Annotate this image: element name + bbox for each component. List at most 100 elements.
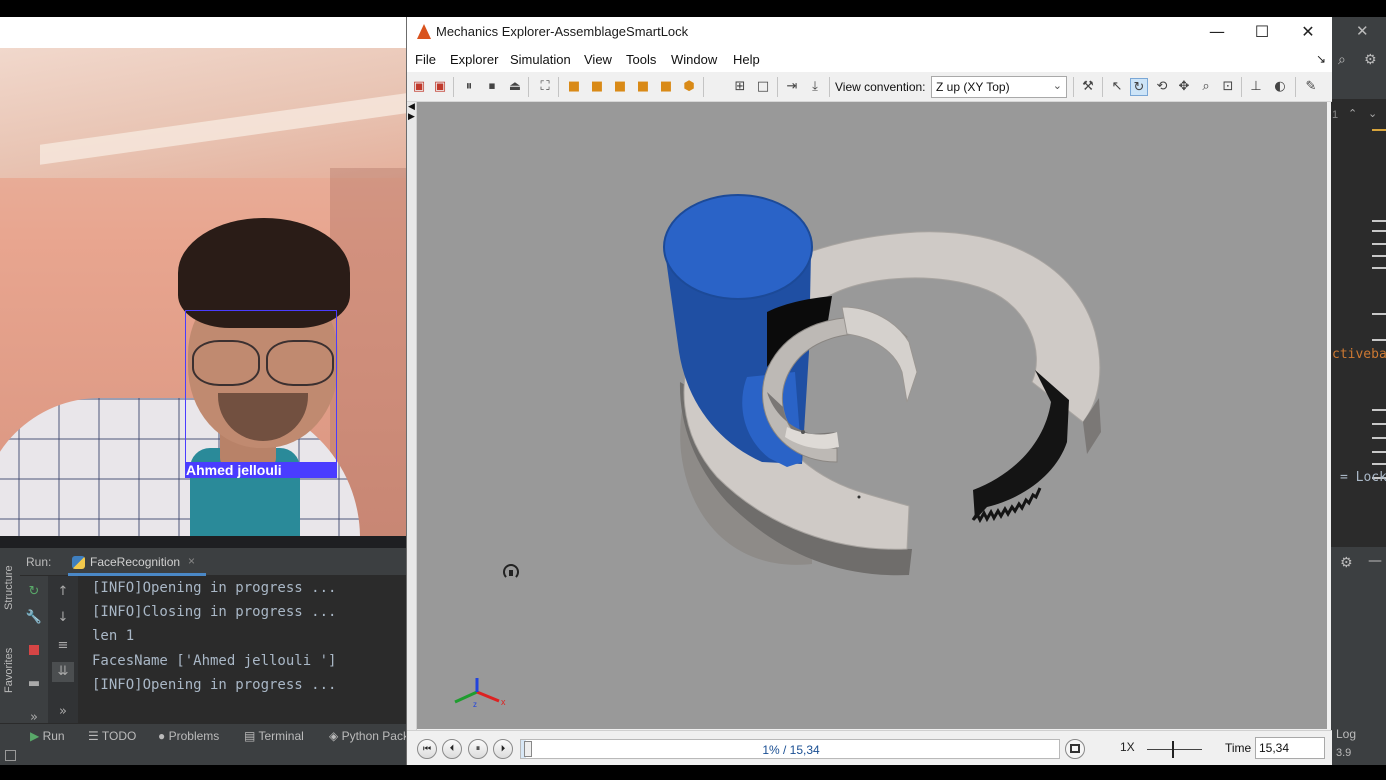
menu-explorer[interactable]: Explorer (450, 52, 498, 67)
close-icon[interactable]: ✕ (1356, 22, 1369, 40)
stripe-mark (1372, 437, 1386, 439)
front-view-icon[interactable]: ■ (565, 78, 583, 96)
zoom-box-icon[interactable]: ⊡ (1219, 78, 1237, 96)
pan-icon[interactable]: ✥ (1175, 78, 1193, 96)
rerun-icon[interactable]: ↻ (23, 582, 45, 602)
speed-slider-track[interactable] (1147, 749, 1202, 750)
frames-icon[interactable]: ⊥ (1247, 78, 1265, 96)
menu-help[interactable]: Help (733, 52, 760, 67)
3d-viewport[interactable]: x z (417, 102, 1327, 729)
stop-icon[interactable]: ⏹ (483, 78, 501, 96)
playback-progress-bar[interactable]: 1% / 15,34 (520, 739, 1060, 759)
terminal-icon: ▤ (244, 729, 256, 743)
time-field[interactable]: 15,34 (1255, 737, 1325, 759)
top-view-icon[interactable]: ■ (657, 78, 675, 96)
toolbar-separator (558, 77, 559, 97)
split-horizontal-icon[interactable]: ⇥ (783, 78, 801, 96)
left-view-icon[interactable]: ■ (611, 78, 629, 96)
minimize-icon[interactable]: — (1368, 553, 1382, 569)
play-icon: ▶ (30, 729, 40, 743)
soft-wrap-icon[interactable]: ≡ (52, 636, 74, 656)
zoom-icon[interactable]: ⌕ (1197, 78, 1215, 96)
scroll-to-end-icon[interactable]: ⇊ (52, 662, 74, 682)
roll-icon[interactable]: ⟲ (1153, 78, 1171, 96)
save-icon[interactable]: ▣ (431, 78, 449, 96)
menu-tools[interactable]: Tools (626, 52, 656, 67)
window-titlebar[interactable]: Mechanics Explorer-AssemblageSmartLock —… (407, 17, 1332, 47)
minimize-button[interactable]: — (1194, 17, 1240, 47)
menu-view[interactable]: View (584, 52, 612, 67)
step-back-button[interactable]: ⏴ (442, 739, 462, 759)
menu-simulation[interactable]: Simulation (510, 52, 571, 67)
console-line: [INFO]Closing in progress ... (92, 604, 337, 620)
stop-icon[interactable] (23, 640, 45, 660)
rotate-icon[interactable]: ↻ (1130, 78, 1148, 96)
structure-side-tab[interactable]: Structure (3, 565, 15, 610)
maximize-button[interactable]: ☐ (1239, 17, 1285, 47)
python-version[interactable]: 3.9 (1336, 747, 1351, 759)
code-fragment: = Lock (1340, 470, 1386, 485)
playback-bar: ⏮ ⏴ ⏸ ⏵ 1% / 15,34 1X Time 15,34 (407, 730, 1332, 765)
collapse-arrow-icon[interactable]: ◀ ▶ (408, 102, 415, 122)
gear-icon[interactable]: ⚙ (1340, 555, 1353, 571)
tab-problems-label: Problems (168, 729, 220, 743)
isometric-view-icon[interactable]: ⬢ (680, 78, 698, 96)
four-views-icon[interactable]: ⊞ (731, 78, 749, 96)
tree-collapse-strip[interactable]: ◀ ▶ (407, 102, 417, 747)
ide-right-toolbar: ✕ ⌕ ⚙ (1330, 17, 1386, 99)
menu-bar: File Explorer Simulation View Tools Wind… (407, 47, 1332, 72)
select-cursor-icon[interactable]: ↖ (1108, 78, 1126, 96)
x-axis-line (476, 690, 500, 703)
options-icon[interactable]: ✎ (1302, 78, 1320, 96)
right-view-icon[interactable]: ■ (634, 78, 652, 96)
more-icon[interactable]: » (52, 702, 74, 722)
tab-todo[interactable]: ☰ TODO (88, 729, 136, 743)
layout-toggle-icon[interactable] (5, 750, 16, 761)
chevron-down-icon[interactable]: ⌄ (1368, 107, 1377, 120)
close-button[interactable]: ✕ (1285, 17, 1331, 47)
pause-button[interactable]: ⏸ (468, 739, 488, 759)
tab-run[interactable]: ▶ Run (30, 729, 65, 743)
view-convention-value: Z up (XY Top) (936, 80, 1010, 94)
pin-hole (801, 430, 805, 434)
tab-problems[interactable]: ● Problems (158, 729, 219, 743)
open-icon[interactable]: ▣ (410, 78, 428, 96)
loop-button[interactable] (1065, 739, 1085, 759)
favorites-side-tab[interactable]: Favorites (3, 648, 15, 693)
info-icon: ● (158, 729, 166, 743)
toolbar-separator (1295, 77, 1296, 97)
event-log-label[interactable]: Log (1336, 727, 1356, 741)
wrench-icon[interactable]: 🔧 (23, 608, 45, 628)
toothed-rack (973, 370, 1069, 520)
explorer-icon[interactable]: ⚒ (1079, 78, 1097, 96)
fit-to-view-icon[interactable]: ⛶ (536, 78, 554, 96)
menu-window[interactable]: Window (671, 52, 717, 67)
step-icon[interactable]: ⏏ (506, 78, 524, 96)
chevron-up-icon[interactable]: ⌃ (1348, 107, 1357, 120)
menu-file[interactable]: File (415, 52, 436, 67)
layout-icon[interactable]: ▬ (23, 674, 45, 694)
pause-icon[interactable]: ⏸ (460, 78, 478, 96)
console-line: len 1 (92, 628, 135, 644)
tab-terminal[interactable]: ▤ Terminal (244, 729, 304, 743)
console-output[interactable]: [INFO]Opening in progress ... [INFO]Clos… (78, 576, 406, 746)
undock-icon[interactable]: ↘ (1316, 52, 1326, 66)
skip-to-start-button[interactable]: ⏮ (417, 739, 437, 759)
blue-cylinder-top (663, 194, 813, 300)
scroll-up-icon[interactable]: ↑ (52, 582, 74, 602)
split-vertical-icon[interactable]: ⤓ (806, 78, 824, 96)
speed-slider-knob[interactable] (1172, 741, 1174, 758)
tab-facerecognition[interactable]: FaceRecognition × (68, 548, 206, 576)
error-stripe-marker (1372, 129, 1386, 131)
single-view-icon[interactable]: □ (754, 78, 772, 96)
bottom-black-band (0, 765, 1386, 780)
ide-right-lower-panel: ⚙ — Log 3.9 (1330, 547, 1386, 765)
step-forward-button[interactable]: ⏵ (493, 739, 513, 759)
scroll-down-icon[interactable]: ↓ (52, 608, 74, 628)
close-icon[interactable]: × (188, 554, 195, 568)
search-icon[interactable]: ⌕ (1338, 52, 1346, 68)
render-icon[interactable]: ◐ (1271, 78, 1289, 96)
back-view-icon[interactable]: ■ (588, 78, 606, 96)
view-convention-dropdown[interactable]: Z up (XY Top) ⌄ (931, 76, 1067, 98)
gear-icon[interactable]: ⚙ (1364, 52, 1377, 68)
